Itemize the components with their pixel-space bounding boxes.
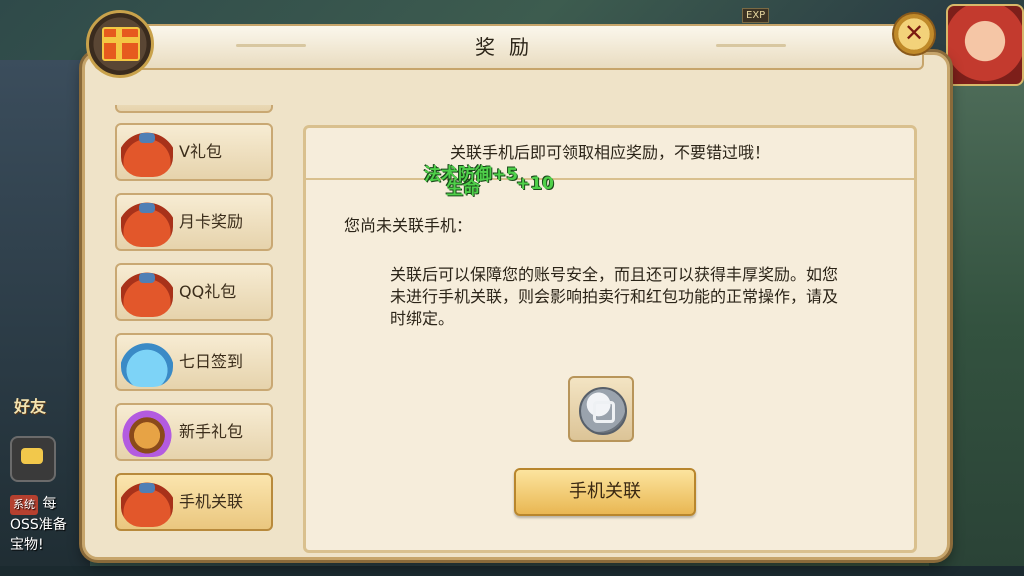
red-gift-bag-icon	[121, 199, 173, 247]
tab-label: V礼包	[179, 142, 222, 161]
red-gift-bag-icon	[121, 129, 173, 177]
tab-label: 月卡奖励	[179, 212, 244, 231]
rewards-dialog: V礼包 月卡奖励 QQ礼包 七日签到 新手礼包 手机关联 关联手机后即可领取相应…	[82, 10, 950, 560]
red-gift-bag-icon	[121, 479, 173, 527]
floating-hp-label: 生命	[446, 179, 480, 199]
system-badge: 系统	[10, 495, 38, 515]
red-gift-bag-icon	[121, 269, 173, 317]
chat-line-3: 宝物!	[10, 537, 44, 553]
panel-header: 关联手机后即可领取相应奖励，不要错过哦！	[306, 128, 914, 180]
exp-badge: EXP	[742, 8, 770, 23]
chat-preview[interactable]: 系统 每 OSS准备 宝物!	[10, 494, 80, 555]
tab-seven-day-signin[interactable]: 七日签到	[115, 333, 273, 391]
dialog-frame: V礼包 月卡奖励 QQ礼包 七日签到 新手礼包 手机关联 关联手机后即可领取相应…	[82, 52, 950, 560]
golden-egg-icon	[121, 409, 173, 457]
tab-label: QQ礼包	[179, 282, 237, 301]
reward-item-slot[interactable]	[568, 376, 634, 442]
tab-label: 新手礼包	[179, 422, 244, 441]
reward-tab-list[interactable]: V礼包 月卡奖励 QQ礼包 七日签到 新手礼包 手机关联	[113, 105, 279, 575]
tab-phone-link[interactable]: 手机关联	[115, 473, 273, 531]
close-button[interactable]: ✕	[892, 12, 936, 56]
silver-coin-icon	[579, 387, 627, 435]
chat-line-1: 每	[42, 496, 57, 512]
link-status-text: 您尚未关联手机：	[344, 216, 473, 235]
title-bar: 奖励	[94, 24, 924, 70]
phone-link-panel: 关联手机后即可领取相应奖励，不要错过哦！ 您尚未关联手机： 关联后可以保障您的账…	[303, 125, 917, 553]
link-description: 关联后可以保障您的账号安全，而且还可以获得丰厚奖励。如您未进行手机关联，则会影响…	[390, 265, 839, 328]
tab-qq-gift[interactable]: QQ礼包	[115, 263, 273, 321]
tab-partial-top[interactable]	[115, 105, 273, 113]
link-phone-button[interactable]: 手机关联	[514, 468, 696, 516]
dialog-title: 奖励	[475, 35, 543, 59]
tab-label: 手机关联	[179, 492, 244, 511]
tab-label: 七日签到	[179, 352, 244, 371]
tab-newbie-gift[interactable]: 新手礼包	[115, 403, 273, 461]
tab-v-gift[interactable]: V礼包	[115, 123, 273, 181]
friends-button[interactable]: 好友	[14, 393, 66, 417]
tab-monthly-card[interactable]: 月卡奖励	[115, 193, 273, 251]
chat-line-2: OSS准备	[10, 517, 67, 533]
chat-icon[interactable]	[10, 436, 56, 482]
gift-box-icon	[86, 10, 154, 78]
blue-pot-icon	[121, 339, 173, 387]
floating-hp-value: +10	[516, 174, 554, 194]
player-avatar[interactable]	[946, 4, 1024, 86]
